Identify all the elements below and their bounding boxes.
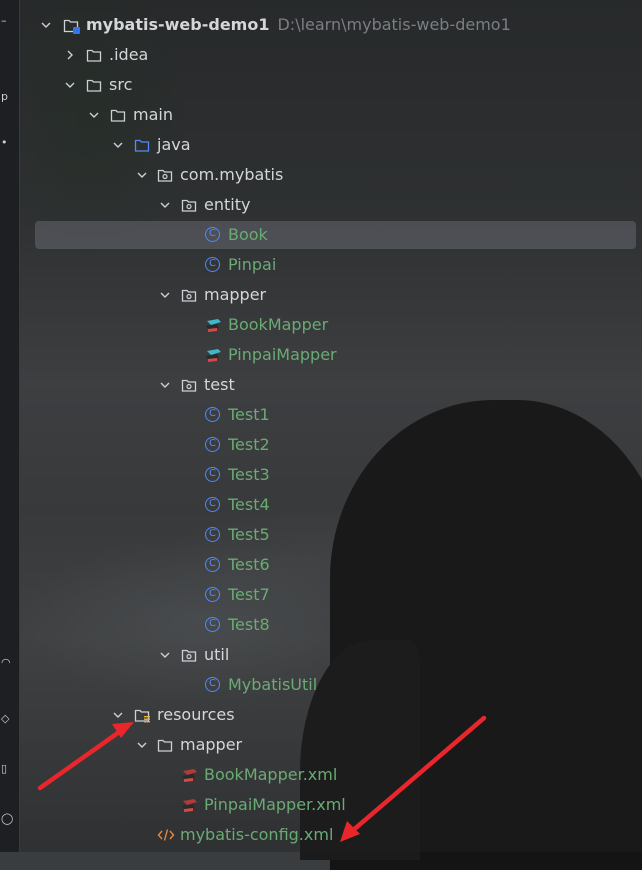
annotation-layer — [37, 715, 487, 842]
red-arrow-icon — [340, 715, 487, 842]
red-arrow-icon — [37, 722, 134, 791]
